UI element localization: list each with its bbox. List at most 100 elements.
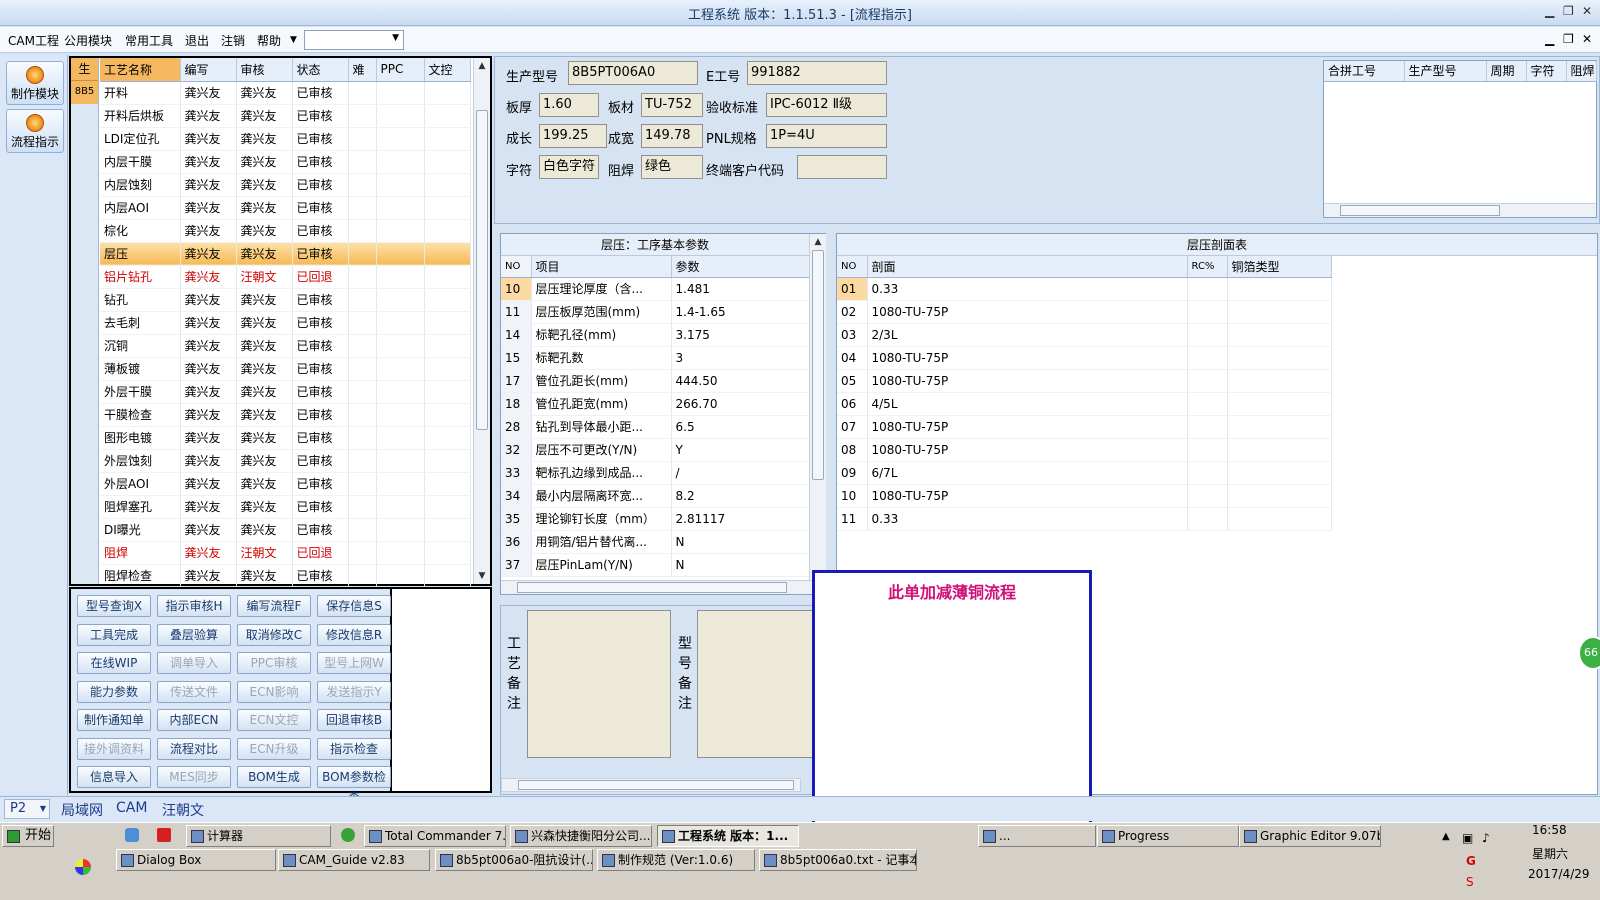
table-row[interactable]: 外层干膜 龚兴友 龚兴友 已审核 [100, 380, 471, 404]
table-row[interactable]: 33 靶标孔边缘到成品... / [501, 461, 810, 485]
table-row[interactable]: 内层蚀刻 龚兴友 龚兴友 已审核 [100, 173, 471, 197]
process-note-field[interactable] [527, 610, 671, 758]
function-button[interactable]: 信息导入 [77, 766, 151, 788]
tab-user[interactable]: 汪朝文 [162, 800, 204, 820]
scroll-thumb[interactable] [517, 582, 787, 593]
mdi-restore-icon[interactable]: ❐ [1563, 32, 1574, 46]
menu-cam[interactable]: CAM工程 [8, 32, 59, 49]
scroll-down-icon[interactable]: ▼ [474, 568, 490, 584]
table-row[interactable]: 内层干膜 龚兴友 龚兴友 已审核 [100, 150, 471, 174]
taskbar-button[interactable]: Progress [1097, 825, 1239, 847]
notes-hscrollbar[interactable] [501, 778, 801, 792]
column-header[interactable]: 项目 [531, 256, 672, 278]
table-row[interactable]: DI曝光 龚兴友 龚兴友 已审核 [100, 518, 471, 542]
taskbar-button[interactable]: Graphic Editor 9.07b2 ... [1239, 825, 1381, 847]
column-header[interactable]: PPC [376, 58, 425, 82]
model-field[interactable]: 8B5PT006A0 [568, 61, 698, 85]
table-row[interactable]: 干膜检查 龚兴友 龚兴友 已审核 [100, 403, 471, 427]
table-row[interactable]: 06 4/5L [837, 392, 1332, 416]
char-field[interactable]: 白色字符 [539, 155, 599, 179]
tab-lan[interactable]: 局域网 [61, 800, 103, 820]
function-button[interactable]: 保存信息S [317, 595, 391, 617]
module-make-button[interactable]: 制作模块 [6, 61, 64, 105]
function-button[interactable]: 能力参数 [77, 680, 151, 703]
table-row[interactable]: 外层蚀刻 龚兴友 龚兴友 已审核 [100, 449, 471, 473]
table-row[interactable]: 去毛刺 龚兴友 龚兴友 已审核 [100, 311, 471, 335]
table-row[interactable]: 阻焊检查 龚兴友 龚兴友 已审核 [100, 564, 471, 588]
function-button[interactable]: 回退审核B [317, 709, 391, 731]
menu-logout[interactable]: 注销 [221, 32, 245, 49]
params-vscrollbar[interactable]: ▲ [809, 234, 826, 580]
column-header[interactable]: 编写 [180, 58, 237, 82]
column-header[interactable]: 铜箔类型 [1227, 256, 1332, 278]
start-button[interactable]: 开始 [2, 825, 54, 847]
scroll-thumb[interactable] [812, 250, 824, 480]
module-flow-button[interactable]: 流程指示 [6, 109, 64, 153]
menu-help[interactable]: 帮助 [257, 32, 281, 49]
table-row[interactable]: 32 层压不可更改(Y/N) Y [501, 438, 810, 462]
tray-ime-icon[interactable]: S [1466, 875, 1474, 889]
tab-cam[interactable]: CAM [116, 800, 147, 816]
taskbar-button[interactable]: 计算器 [186, 825, 331, 847]
taskbar-button[interactable]: CAM_Guide v2.83 [278, 849, 430, 871]
table-row[interactable]: 棕化 龚兴友 龚兴友 已审核 [100, 219, 471, 243]
table-row[interactable]: 36 用铜箔/铝片替代离... N [501, 530, 810, 554]
function-button[interactable]: 制作通知单 [77, 709, 151, 731]
table-row[interactable]: 10 层压理论厚度（含... 1.481 [501, 277, 810, 301]
page-selector[interactable]: P2 ▼ [4, 799, 50, 819]
table-row[interactable]: 阻焊塞孔 龚兴友 龚兴友 已审核 [100, 495, 471, 519]
column-header[interactable]: RC% [1187, 256, 1228, 278]
table-row[interactable]: 09 6/7L [837, 461, 1332, 485]
app-launcher-icon[interactable] [75, 859, 91, 875]
quicklaunch-icon[interactable] [125, 828, 139, 842]
column-header[interactable]: 工艺名称 [100, 58, 181, 82]
scroll-thumb[interactable] [1340, 205, 1500, 216]
standard-field[interactable]: IPC-6012 Ⅱ级 [766, 93, 887, 117]
params-hscrollbar[interactable] [501, 580, 825, 594]
table-row[interactable]: 35 理论铆钉长度（mm） 2.81117 [501, 507, 810, 531]
table-row[interactable]: 10 1080-TU-75P [837, 484, 1332, 508]
menu-common-tools[interactable]: 常用工具 [125, 32, 173, 49]
column-header[interactable]: 文控 [424, 58, 471, 82]
table-row[interactable]: 11 0.33 [837, 507, 1332, 531]
function-button[interactable]: ECN文控 [237, 709, 311, 731]
function-button[interactable]: BOM参数检查 [317, 766, 391, 804]
taskbar-button[interactable]: 制作规范 (Ver:1.0.6) [597, 849, 755, 871]
table-row[interactable]: 11 层压板厚范围(mm) 1.4-1.65 [501, 300, 810, 324]
table-row[interactable]: 18 管位孔距宽(mm) 266.70 [501, 392, 810, 416]
column-header[interactable]: 剖面 [867, 256, 1188, 278]
table-row[interactable]: 图形电镀 龚兴友 龚兴友 已审核 [100, 426, 471, 450]
table-row[interactable]: 17 管位孔距长(mm) 444.50 [501, 369, 810, 393]
function-button[interactable]: 叠层验算 [157, 623, 231, 646]
scroll-up-icon[interactable]: ▲ [474, 58, 490, 74]
menu-combobox[interactable]: ▼ [304, 30, 404, 50]
process-scrollbar[interactable]: ▲ ▼ [473, 58, 490, 584]
function-button[interactable]: 编写流程F [237, 595, 311, 617]
pnl-field[interactable]: 1P=4U [766, 124, 887, 148]
minimize-icon[interactable]: ▁ [1545, 4, 1554, 18]
table-row[interactable]: 34 最小内层隔离环宽... 8.2 [501, 484, 810, 508]
mask-field[interactable]: 绿色 [641, 155, 703, 179]
table-row[interactable]: 外层AOI 龚兴友 龚兴友 已审核 [100, 472, 471, 496]
close-icon[interactable]: ✕ [1582, 4, 1592, 18]
notification-badge[interactable]: 66 [1578, 636, 1600, 670]
function-button[interactable]: 调单导入 [157, 652, 231, 674]
eno-field[interactable]: 991882 [747, 61, 887, 85]
maximize-icon[interactable]: ❐ [1563, 4, 1574, 18]
taskbar-button[interactable]: 工程系统 版本：1... [657, 825, 799, 847]
pdf-icon[interactable] [157, 828, 171, 842]
length-field[interactable]: 199.25 [539, 124, 607, 148]
scroll-thumb[interactable] [476, 110, 488, 430]
table-row[interactable]: 08 1080-TU-75P [837, 438, 1332, 462]
function-button[interactable]: BOM生成 [237, 766, 311, 788]
function-button[interactable]: 指示审核H [157, 595, 231, 617]
table-row[interactable]: 07 1080-TU-75P [837, 415, 1332, 439]
table-row[interactable]: 铝片钻孔 龚兴友 汪朝文 已回退 [100, 265, 471, 289]
tray-network-icon[interactable]: ▣ [1462, 831, 1473, 845]
taskbar-button[interactable]: 8b5pt006a0.txt - 记事本 [759, 849, 917, 871]
table-row[interactable]: 02 1080-TU-75P [837, 300, 1332, 324]
function-button[interactable]: ECN升级 [237, 737, 311, 760]
table-row[interactable]: 37 层压PinLam(Y/N) N [501, 553, 810, 577]
table-row[interactable]: 15 标靶孔数 3 [501, 346, 810, 370]
tray-up-icon[interactable]: ▲ [1442, 831, 1450, 842]
